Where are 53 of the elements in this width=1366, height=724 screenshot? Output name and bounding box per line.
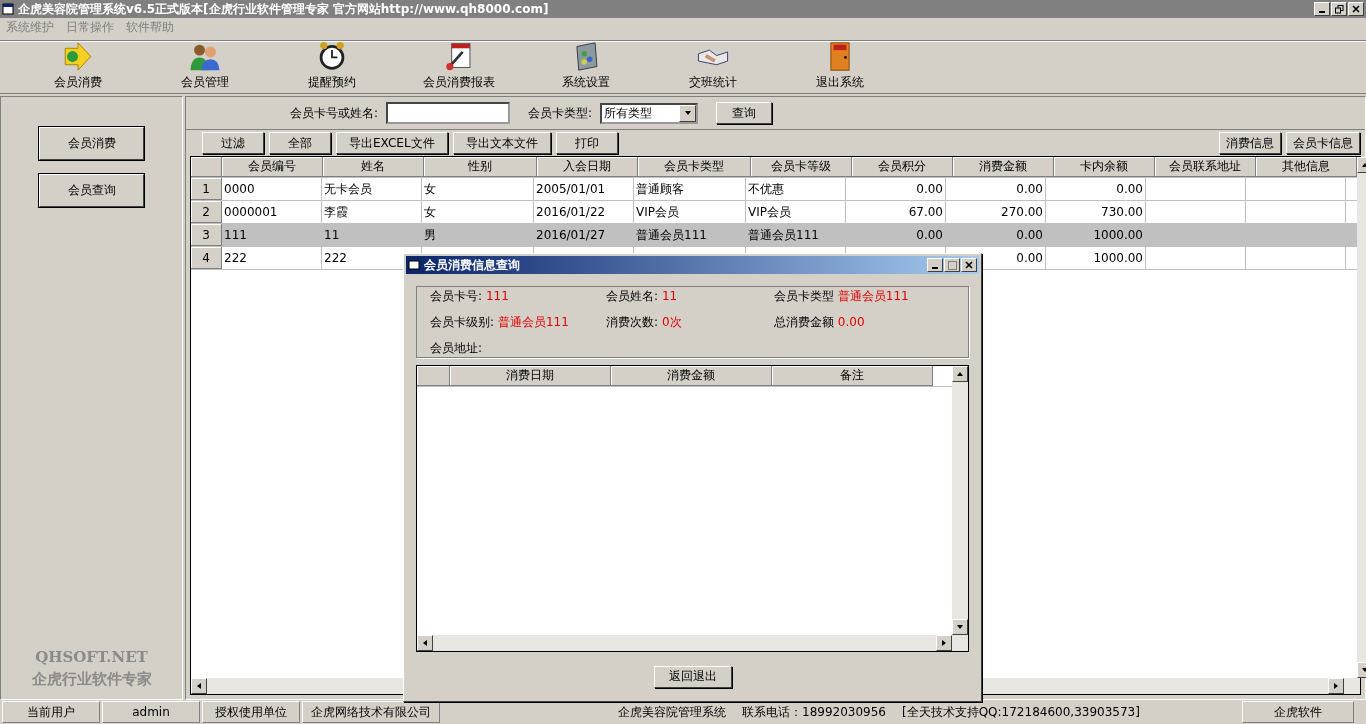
table-cell: 男 [422,224,534,246]
status-text: 联系电话：18992030956 [742,703,886,721]
table-cell: 0000 [222,178,322,200]
table-cell: 1000.00 [1046,224,1146,246]
table-cell: 0.00 [846,178,946,200]
table-cell: 普通会员111 [634,224,746,246]
table-cell: VIP会员 [634,201,746,223]
table-cell: 222 [222,247,322,269]
info-field: 会员姓名: 11 [606,287,774,305]
info-field: 总消费金额 0.00 [774,313,968,331]
info-field: 会员卡级别: 普通会员111 [430,313,606,331]
status-panel: 授权使用单位 [202,701,300,723]
status-panel: 企虎软件 [1242,701,1354,723]
table-cell: 女 [422,178,534,200]
info-field: 会员卡类型 普通会员111 [774,287,968,305]
status-text: 企虎美容院管理系统 [618,703,726,721]
table-cell: VIP会员 [746,201,846,223]
table-cell: 不优惠 [746,178,846,200]
table-cell: 0.00 [846,224,946,246]
status-panel: 当前用户 [2,701,100,723]
table-cell: 李霞 [322,201,422,223]
info-field: 会员卡号: 111 [430,287,606,305]
table-cell: 无卡会员 [322,178,422,200]
info-field: 消费次数: 0次 [606,313,774,331]
table-cell: 1000.00 [1046,247,1146,269]
sidebar-footer-text: QHSOFT.NET [35,648,148,666]
table-cell: 67.00 [846,201,946,223]
table-cell: 女 [422,201,534,223]
table-cell: 730.00 [1046,201,1146,223]
row-header: 2 [191,201,222,223]
table-cell: 270.00 [946,201,1046,223]
info-field: 会员地址: [430,339,606,357]
sidebar-footer-text: 企虎行业软件专家 [31,670,152,689]
table-cell: 0.00 [946,224,1046,246]
field-label: 会员卡类型: [528,104,593,122]
window-title: 企虎美容院管理系统v6.5正式版本[企虎行业软件管理专家 官方网站http://www.qh8000.com] [18,0,550,18]
dialog-title: 会员消费信息查询 [424,256,521,274]
row-header: 3 [191,224,222,246]
table-cell: 2016/01/22 [534,201,634,223]
row-header: 1 [191,178,222,200]
table-cell: 0.00 [946,178,1046,200]
field-label: 会员卡号或姓名: [290,104,379,122]
table-cell: 2005/01/01 [534,178,634,200]
status-panel: admin [102,701,200,723]
table-cell: 0.00 [1046,178,1146,200]
row-header: 4 [191,247,222,269]
table-cell: 11 [322,224,422,246]
table-cell: 普通顾客 [634,178,746,200]
table-cell: 0000001 [222,201,322,223]
table-cell: 2016/01/27 [534,224,634,246]
table-cell: 普通会员111 [746,224,846,246]
table-cell: 111 [222,224,322,246]
status-text: [全天技术支持QQ:172184600,33903573] [902,703,1140,721]
